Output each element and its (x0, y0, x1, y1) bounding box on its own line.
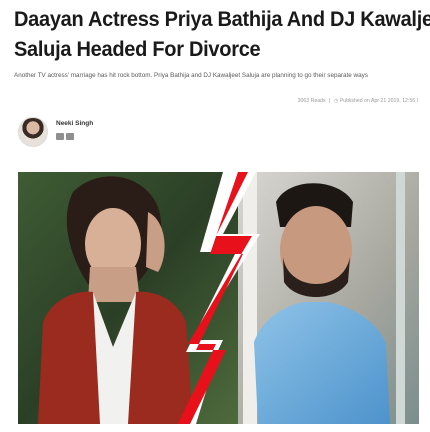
twitter-icon[interactable] (66, 133, 74, 140)
article-headline: Daayan Actress Priya Bathija And DJ Kawa… (14, 4, 430, 64)
article-summary: Another TV actress' marriage has hit roc… (14, 72, 368, 79)
article-meta: 3063 Reads | ◷ Published on Apr 21 2019,… (298, 98, 418, 104)
read-count: 3063 Reads (297, 98, 326, 104)
clock-icon: ◷ (333, 98, 339, 104)
headline-line-2: Saluja Headed For Divorce (14, 37, 261, 61)
author-info: Neeki Singh (56, 117, 93, 140)
author-name[interactable]: Neeki Singh (56, 120, 93, 127)
author-avatar[interactable] (18, 117, 48, 147)
right-photo-pillar (243, 172, 257, 424)
hero-collage (18, 172, 419, 424)
actress-neck (88, 267, 140, 302)
article-hero-image (18, 172, 419, 424)
author-block: Neeki Singh (18, 117, 93, 147)
facebook-icon[interactable] (56, 133, 64, 140)
publish-date: Published on Apr 21 2019, 12:56 I (339, 98, 418, 104)
headline-line-1: Daayan Actress Priya Bathija And DJ Kawa… (14, 7, 430, 31)
author-social-links (56, 133, 93, 140)
right-photo-pole (396, 172, 405, 424)
meta-separator: | (329, 98, 331, 104)
